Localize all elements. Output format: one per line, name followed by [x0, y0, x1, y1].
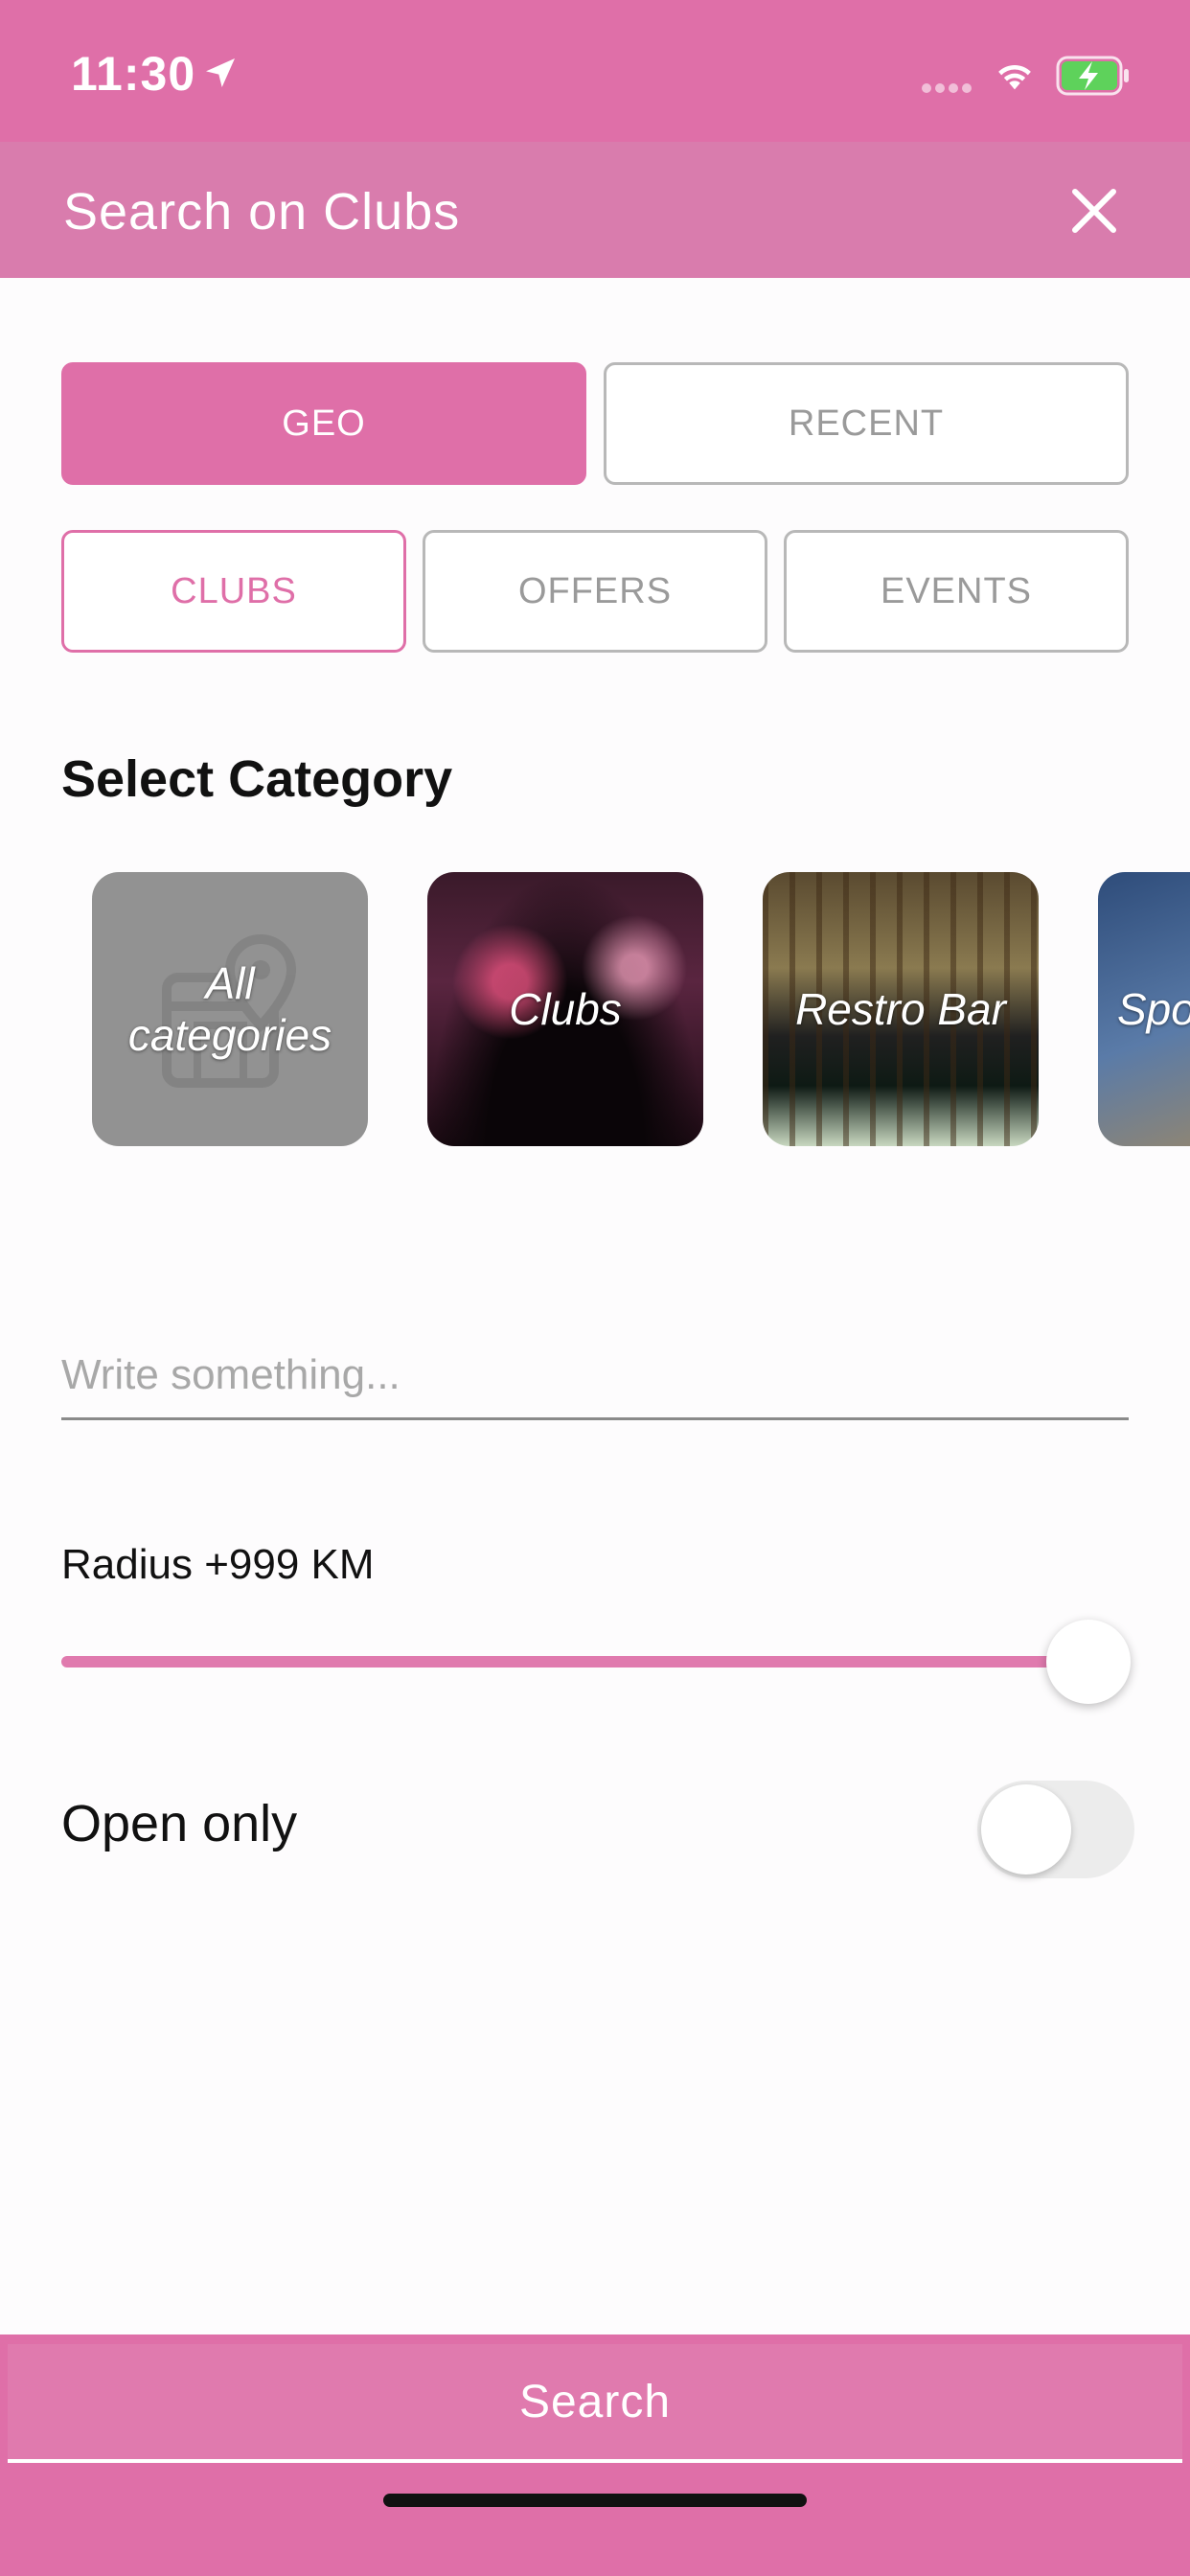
page-title: Search on Clubs	[63, 183, 461, 241]
header-bar: Search on Clubs	[0, 142, 1190, 278]
battery-charging-icon	[1056, 56, 1129, 96]
wifi-icon	[998, 64, 1031, 90]
open-only-toggle[interactable]	[977, 1781, 1134, 1878]
location-arrow-icon	[206, 58, 235, 87]
section-title-select-category: Select Category	[61, 750, 453, 808]
status-time: 11:30	[71, 47, 196, 101]
tab-recent[interactable]: RECENT	[604, 362, 1129, 485]
tab-clubs[interactable]: CLUBS	[61, 530, 406, 653]
category-carousel[interactable]: All categories Clubs Restro Bar Spo	[0, 872, 1190, 1148]
category-label: Clubs	[509, 984, 622, 1034]
category-card-sport[interactable]: Spo	[1098, 872, 1190, 1146]
close-button[interactable]	[1064, 180, 1125, 242]
category-label: All categories	[127, 958, 332, 1060]
category-label: Restro Bar	[795, 984, 1006, 1034]
toggle-knob	[981, 1784, 1071, 1874]
tab-geo[interactable]: GEO	[61, 362, 586, 485]
bottom-bar: Search	[0, 2334, 1190, 2576]
tab-events[interactable]: EVENTS	[784, 530, 1129, 653]
open-only-label: Open only	[61, 1795, 298, 1852]
radius-slider-track[interactable]	[61, 1656, 1087, 1668]
status-bar: 11:30	[0, 0, 1190, 142]
tab-offers[interactable]: OFFERS	[423, 530, 767, 653]
radius-slider-thumb[interactable]	[1046, 1620, 1131, 1704]
radius-label: Radius +999 KM	[61, 1541, 375, 1588]
category-card-all[interactable]: All categories	[92, 872, 368, 1146]
search-button[interactable]: Search	[8, 2344, 1182, 2463]
cellular-signal-icon	[922, 80, 975, 98]
category-label: Spo	[1117, 984, 1190, 1034]
close-icon	[1072, 189, 1116, 233]
search-input[interactable]	[61, 1332, 1129, 1420]
home-indicator	[383, 2494, 807, 2507]
category-card-clubs[interactable]: Clubs	[427, 872, 703, 1146]
category-card-restro-bar[interactable]: Restro Bar	[763, 872, 1039, 1146]
